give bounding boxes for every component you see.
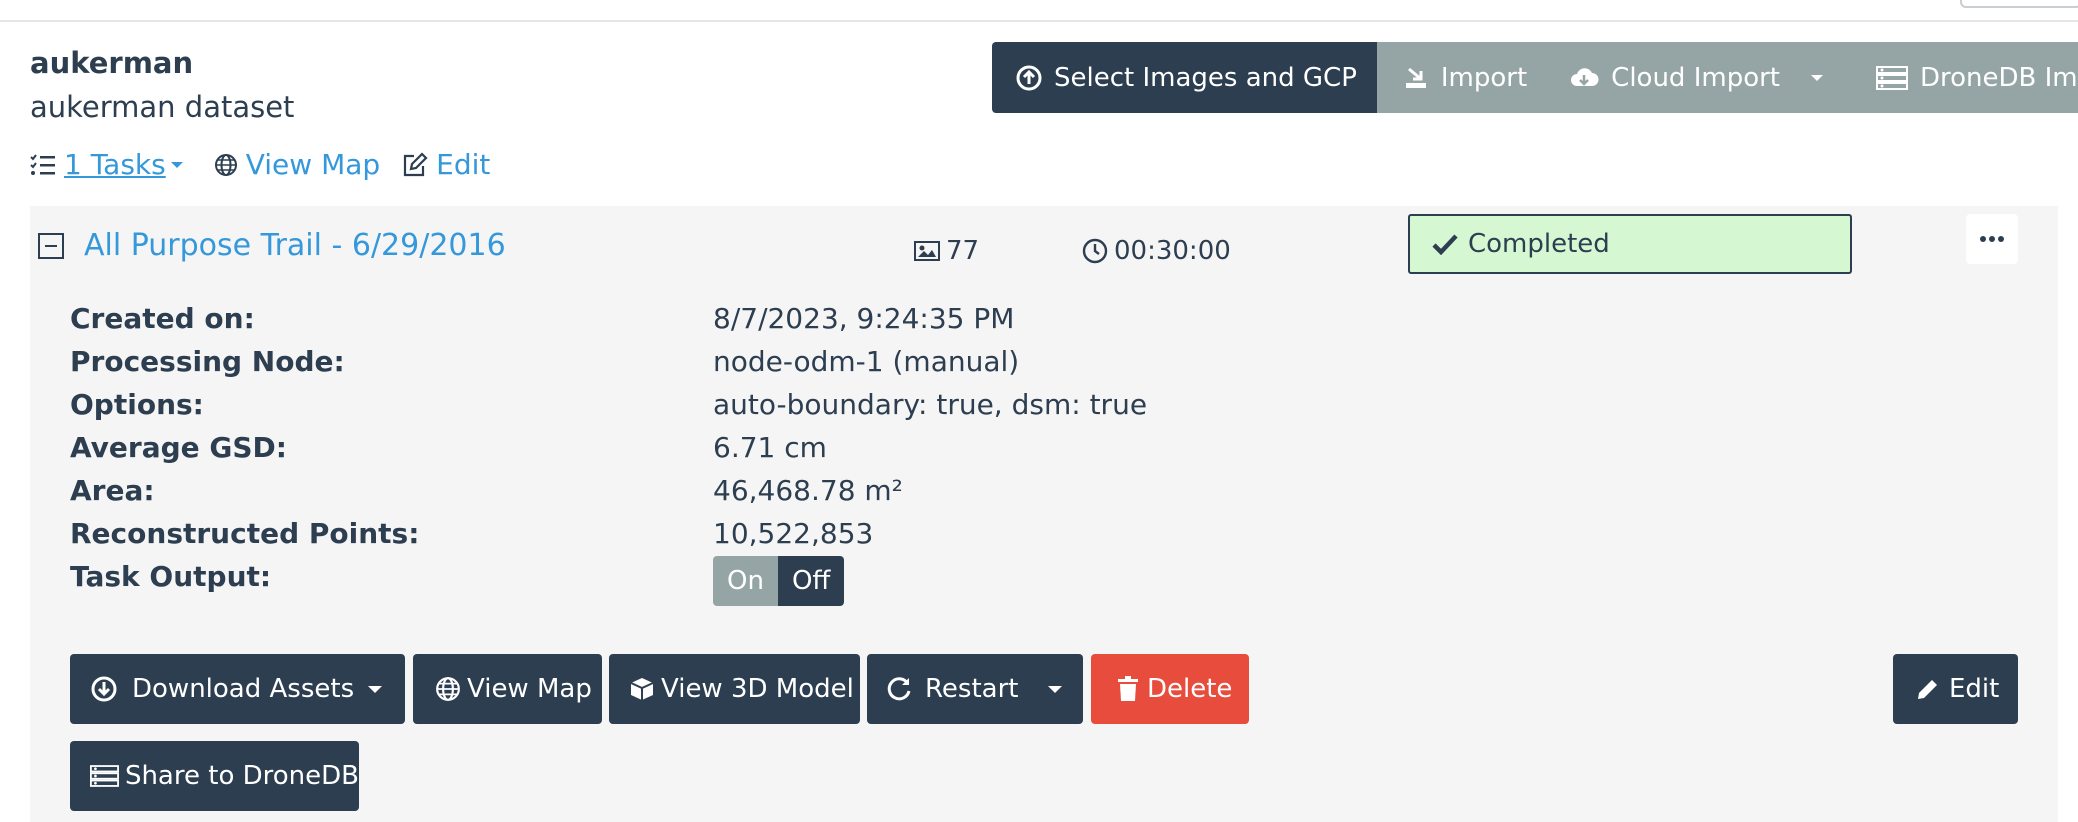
view-map-button[interactable]: View Map [413, 654, 602, 724]
restart-label: Restart [925, 674, 1019, 704]
image-count-value: 77 [946, 236, 980, 266]
detail-label: Task Output: [70, 560, 272, 593]
view-3d-model-label: View 3D Model [661, 674, 854, 704]
cube-icon [630, 678, 654, 700]
download-assets-label: Download Assets [132, 674, 355, 704]
collapse-icon[interactable] [38, 232, 64, 259]
select-images-button[interactable]: Select Images and GCP [992, 42, 1377, 113]
import-label: Import [1440, 62, 1528, 93]
edit-square-icon [404, 151, 428, 176]
status-badge: Completed [1408, 214, 1852, 274]
task-panel: All Purpose Trail - 6/29/2016 77 00:30:0… [30, 206, 2058, 822]
project-description: aukerman dataset [30, 90, 295, 124]
status-text: Completed [1468, 229, 1610, 259]
dronedb-import-button[interactable]: DroneDB Import [1858, 42, 2078, 113]
project-links: 1 Tasks View Map Edit [30, 148, 512, 181]
cloud-download-icon [1571, 67, 1599, 86]
dronedb-import-label: DroneDB Import [1920, 62, 2078, 93]
detail-label: Processing Node: [70, 345, 345, 378]
clock-icon [1082, 238, 1108, 264]
detail-value: 6.71 cm [713, 431, 827, 464]
edit-project-link-label: Edit [436, 148, 491, 181]
caret-down-icon[interactable] [367, 684, 383, 694]
image-count: 77 [914, 236, 979, 266]
dronedb-icon [1876, 65, 1908, 90]
caret-down-icon [1811, 74, 1823, 81]
task-name[interactable]: All Purpose Trail - 6/29/2016 [84, 228, 506, 263]
view-map-link-label: View Map [245, 148, 381, 181]
detail-label: Created on: [70, 302, 255, 335]
detail-value: 46,468.78 m² [713, 474, 903, 507]
image-icon [914, 241, 940, 261]
trash-icon [1118, 676, 1138, 701]
detail-value: node-odm-1 (manual) [713, 345, 1020, 378]
view-map-label: View Map [467, 674, 592, 704]
detail-label: Reconstructed Points: [70, 517, 420, 550]
corner-tab [1960, 0, 2078, 8]
task-list-icon [30, 153, 55, 175]
detail-label: Area: [70, 474, 155, 507]
project-toolbar: Select Images and GCP Import Cloud Impor… [992, 42, 2078, 113]
detail-value: 8/7/2023, 9:24:35 PM [713, 302, 1015, 335]
toggle-on[interactable]: On [713, 556, 778, 606]
share-dronedb-button[interactable]: Share to DroneDB [70, 741, 359, 811]
caret-down-icon[interactable] [1047, 684, 1063, 694]
cloud-import-button[interactable]: Cloud Import [1549, 42, 1796, 113]
download-assets-button[interactable]: Download Assets [70, 654, 405, 724]
tasks-link[interactable]: 1 Tasks [30, 148, 192, 181]
cloud-import-label: Cloud Import [1611, 62, 1780, 93]
share-dronedb-label: Share to DroneDB [124, 761, 359, 791]
detail-value: 10,522,853 [713, 517, 874, 550]
edit-task-button[interactable]: Edit [1893, 654, 2018, 724]
toggle-off[interactable]: Off [777, 556, 845, 606]
detail-value: auto-boundary: true, dsm: true [713, 388, 1148, 421]
restart-button[interactable]: Restart [867, 654, 1083, 724]
cloud-import-dropdown-toggle[interactable] [1796, 42, 1858, 113]
view-map-link[interactable]: View Map [214, 148, 380, 181]
task-duration: 00:30:00 [1082, 236, 1231, 266]
restart-icon [887, 677, 911, 701]
delete-label: Delete [1147, 674, 1233, 704]
more-options-button[interactable] [1966, 214, 2018, 264]
task-header[interactable]: All Purpose Trail - 6/29/2016 [38, 228, 506, 263]
check-icon [1432, 234, 1458, 255]
caret-down-icon [170, 161, 183, 168]
delete-button[interactable]: Delete [1091, 654, 1249, 724]
top-divider [0, 0, 2078, 22]
task-output-toggle[interactable]: On Off [713, 556, 845, 606]
tasks-link-label: 1 Tasks [64, 148, 166, 181]
ellipsis-icon [1980, 236, 2004, 242]
detail-label: Options: [70, 388, 204, 421]
import-icon [1405, 67, 1426, 88]
edit-task-label: Edit [1949, 674, 2000, 704]
import-button[interactable]: Import [1376, 42, 1550, 113]
edit-project-link[interactable]: Edit [402, 148, 490, 181]
globe-icon [214, 153, 237, 176]
dronedb-icon [90, 765, 119, 787]
globe-icon [436, 677, 460, 701]
download-circle-icon [91, 676, 117, 702]
view-3d-model-button[interactable]: View 3D Model [609, 654, 860, 724]
duration-value: 00:30:00 [1114, 236, 1231, 266]
pencil-icon [1918, 680, 1937, 699]
upload-circle-icon [1016, 65, 1042, 90]
detail-label: Average GSD: [70, 431, 287, 464]
select-images-label: Select Images and GCP [1054, 62, 1357, 93]
project-title: aukerman [30, 46, 194, 80]
